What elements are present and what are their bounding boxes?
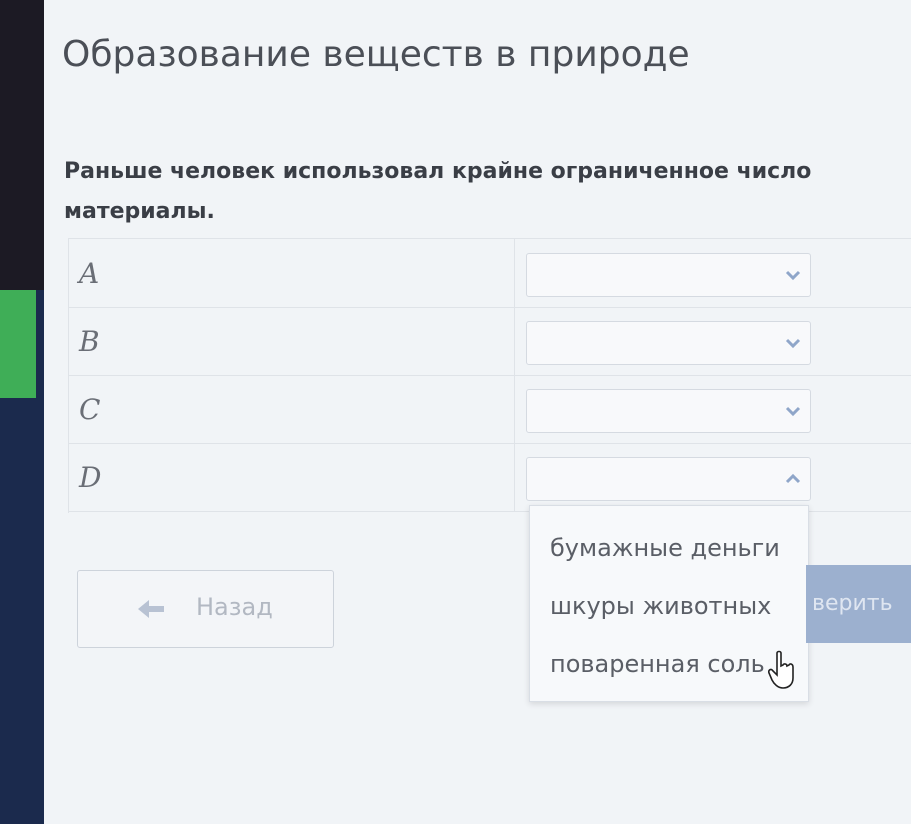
column-divider xyxy=(514,307,515,375)
chevron-down-icon xyxy=(785,338,801,349)
column-divider xyxy=(514,443,515,511)
column-divider xyxy=(514,375,515,443)
arrow-left-icon xyxy=(138,600,164,618)
matching-table: A B C D xyxy=(68,238,911,513)
hand-pointer-icon xyxy=(768,650,794,689)
sidebar-dark-section xyxy=(0,0,44,290)
row-label: A xyxy=(79,257,100,290)
dropdown-option[interactable]: поваренная соль xyxy=(550,650,765,678)
dropdown-option[interactable]: шкуры животных xyxy=(550,592,771,620)
question-line-1: Раньше человек использовал крайне ограни… xyxy=(64,159,812,184)
back-button[interactable]: Назад xyxy=(77,570,334,648)
back-button-label: Назад xyxy=(196,593,273,621)
chevron-down-icon xyxy=(785,270,801,281)
check-button-label: верить xyxy=(812,591,893,616)
question-text: Раньше человек использовал крайне ограни… xyxy=(64,152,911,232)
table-row-c: C xyxy=(69,375,911,444)
table-row-a: A xyxy=(69,239,911,308)
question-line-2: материалы. xyxy=(64,199,215,224)
dropdown-menu: бумажные деньги шкуры животных поваренна… xyxy=(529,505,809,702)
chevron-down-icon xyxy=(785,406,801,417)
row-label: B xyxy=(79,325,100,358)
answer-select-c[interactable] xyxy=(526,389,811,433)
row-label: D xyxy=(79,461,102,494)
dropdown-option[interactable]: бумажные деньги xyxy=(550,534,780,562)
left-sidebar-strip xyxy=(0,0,44,824)
content-panel: Образование веществ в природе Раньше чел… xyxy=(44,0,911,824)
table-row-d: D xyxy=(69,443,911,512)
answer-select-b[interactable] xyxy=(526,321,811,365)
row-label: C xyxy=(79,393,101,426)
chevron-up-icon xyxy=(785,473,801,484)
check-button[interactable]: верить xyxy=(806,565,911,643)
column-divider xyxy=(514,239,515,307)
sidebar-active-marker xyxy=(0,290,36,398)
page-title: Образование веществ в природе xyxy=(62,34,690,75)
answer-select-d[interactable] xyxy=(526,457,811,501)
table-row-b: B xyxy=(69,307,911,376)
answer-select-a[interactable] xyxy=(526,253,811,297)
